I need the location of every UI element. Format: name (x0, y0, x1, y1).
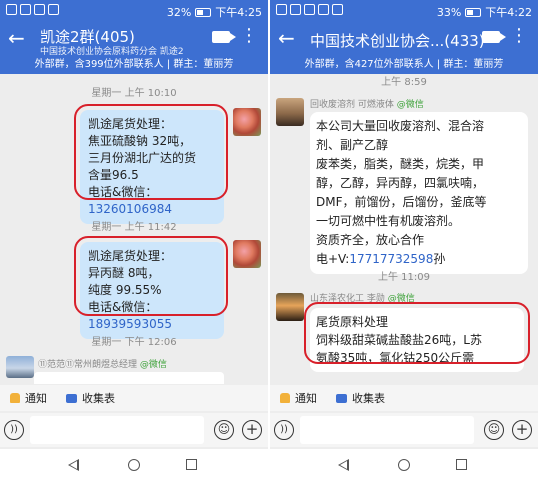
notification-icons (6, 4, 59, 15)
battery-percent: 33% (436, 5, 462, 19)
avatar[interactable] (6, 356, 34, 378)
avatar[interactable] (233, 108, 261, 136)
message-bubble[interactable]: 本公司大量回收废溶剂、混合溶 剂、副产乙醇 废苯类，脂类，醚类，烷类，甲 醇，乙… (310, 112, 528, 274)
input-bar: )) ☺ + (270, 413, 538, 447)
sender-name: ⑪范范⑪常州朗煜总经理 @微信 (38, 360, 167, 370)
phone-link[interactable]: 13260106984 (88, 202, 172, 216)
system-nav-bar (270, 449, 538, 480)
message-bubble[interactable] (34, 372, 224, 384)
message-timestamp: 星期一 下午 12:06 (91, 337, 177, 348)
nav-recent-icon[interactable] (456, 459, 467, 470)
phone-link[interactable]: 17717732598 (349, 252, 433, 266)
avatar[interactable] (276, 293, 304, 321)
message-timestamp: 星期一 上午 11:42 (91, 222, 177, 233)
message-timestamp: 上午 8:59 (381, 77, 427, 88)
clock: 下午4:22 (485, 6, 532, 19)
nav-recent-icon[interactable] (186, 459, 197, 470)
more-menu-icon[interactable]: ⋮ (510, 27, 528, 45)
plus-icon[interactable]: + (242, 420, 262, 440)
bell-icon (10, 393, 20, 403)
message-input[interactable] (30, 416, 204, 444)
notice-button[interactable]: 通知 (280, 390, 317, 406)
clock: 下午4:25 (215, 6, 262, 19)
battery-percent: 32% (166, 5, 192, 19)
input-bar: )) ☺ + (0, 413, 268, 447)
status-bar: 32% 下午4:25 (0, 0, 268, 22)
chat-header: ← 凯途2群(405) 中国技术创业协会原料药分会 凯途2 ⋮ (0, 22, 268, 57)
video-call-icon[interactable] (482, 31, 506, 43)
notice-button[interactable]: 通知 (10, 390, 47, 406)
back-arrow-icon[interactable]: ← (278, 28, 295, 48)
avatar[interactable] (276, 98, 304, 126)
form-icon (336, 393, 347, 403)
chat-header: ← 中国技术创业协会...(433) ⋮ (270, 22, 538, 56)
chat-title: 中国技术创业协会...(433) (310, 32, 485, 50)
battery-icon (465, 7, 482, 17)
status-bar: 33% 下午4:22 (270, 0, 538, 22)
video-call-icon[interactable] (212, 31, 236, 43)
group-info-bar[interactable]: 外部群，含427位外部联系人 | 群主：董丽芳 (270, 56, 538, 74)
highlight-annotation (74, 104, 228, 200)
avatar[interactable] (233, 240, 261, 268)
emoji-icon[interactable]: ☺ (484, 420, 504, 440)
message-timestamp: 星期一 上午 10:10 (91, 88, 177, 99)
right-chat-panel: 33% 下午4:22 ← 中国技术创业协会...(433) ⋮ 外部群，含427… (270, 0, 538, 480)
sender-name: 回收废溶剂 可燃液体 @微信 (310, 100, 424, 110)
notification-icons (276, 4, 343, 15)
more-menu-icon[interactable]: ⋮ (240, 27, 258, 45)
bell-icon (280, 393, 290, 403)
highlight-annotation (74, 236, 228, 316)
voice-icon[interactable]: )) (4, 420, 24, 440)
voice-icon[interactable]: )) (274, 420, 294, 440)
group-info-bar[interactable]: 外部群，含399位外部联系人 | 群主：董丽芳 (0, 56, 268, 74)
plus-icon[interactable]: + (512, 420, 532, 440)
highlight-annotation (304, 302, 530, 364)
message-input[interactable] (300, 416, 474, 444)
group-toolbar: 通知 收集表 (0, 385, 268, 411)
system-nav-bar (0, 449, 268, 480)
nav-back-icon[interactable] (68, 459, 79, 471)
collect-form-button[interactable]: 收集表 (336, 390, 385, 406)
message-timestamp: 上午 11:09 (378, 272, 430, 283)
nav-home-icon[interactable] (128, 459, 140, 471)
collect-form-button[interactable]: 收集表 (66, 390, 115, 406)
phone-link[interactable]: 18939593055 (88, 317, 172, 331)
left-chat-panel: 32% 下午4:25 ← 凯途2群(405) 中国技术创业协会原料药分会 凯途2… (0, 0, 268, 480)
form-icon (66, 393, 77, 403)
battery-icon (195, 7, 212, 17)
emoji-icon[interactable]: ☺ (214, 420, 234, 440)
group-toolbar: 通知 收集表 (270, 385, 538, 411)
back-arrow-icon[interactable]: ← (8, 28, 25, 48)
nav-back-icon[interactable] (338, 459, 349, 471)
nav-home-icon[interactable] (398, 459, 410, 471)
